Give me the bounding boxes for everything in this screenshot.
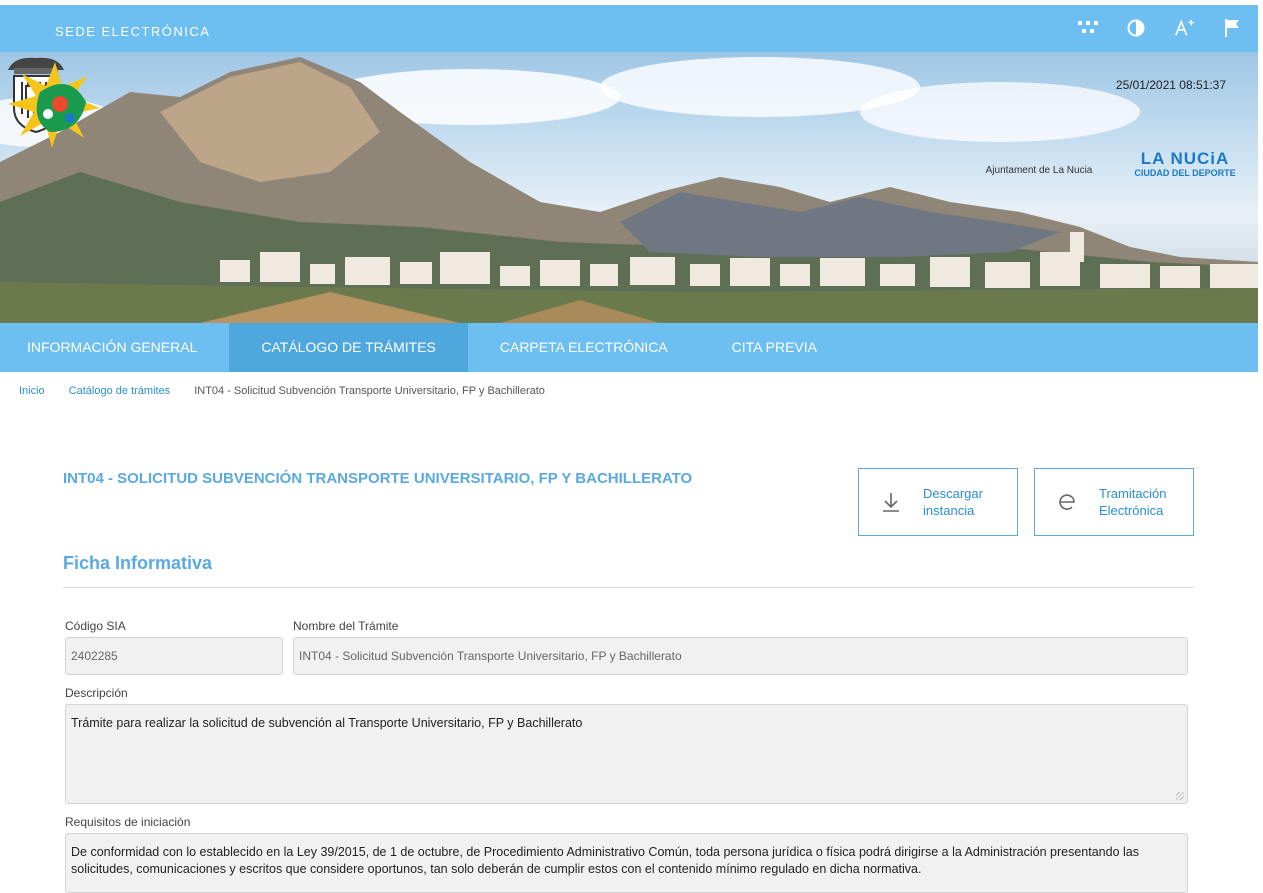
requirements-textarea[interactable]: De conformidad con lo establecido en la … <box>65 833 1188 893</box>
download-label-line2: instancia <box>923 503 975 518</box>
page-title: INT04 - SOLICITUD SUBVENCIÓN TRANSPORTE … <box>63 470 693 487</box>
download-icon <box>859 491 923 513</box>
accessibility-tools <box>1078 17 1242 39</box>
top-bar: SEDE ELECTRÓNICA <box>0 5 1258 52</box>
flag-icon[interactable] <box>1222 17 1242 39</box>
contrast-icon[interactable] <box>1126 17 1146 39</box>
logo-subtitle: CIUDAD DEL DEPORTE <box>1134 168 1236 178</box>
nav-catalogo-tramites[interactable]: CATÁLOGO DE TRÁMITES <box>229 323 468 372</box>
nav-cita-previa[interactable]: CITA PREVIA <box>700 323 849 372</box>
breadcrumb-home-link[interactable]: Inicio <box>19 385 45 397</box>
server-datetime: 25/01/2021 08:51:37 <box>1115 78 1226 92</box>
download-label-line1: Descargar <box>923 486 983 501</box>
breadcrumb: Inicio Catálogo de trámites INT04 - Soli… <box>19 385 545 397</box>
download-form-button[interactable]: Descargar instancia <box>858 468 1018 536</box>
section-divider <box>63 587 1194 588</box>
breadcrumb-current: INT04 - Solicitud Subvención Transporte … <box>194 385 545 397</box>
requirements-text: De conformidad con lo establecido en la … <box>71 845 1139 876</box>
sia-label: Código SIA <box>65 619 126 633</box>
description-label: Descripción <box>65 686 128 700</box>
procedure-name-label: Nombre del Trámite <box>293 619 399 633</box>
nav-informacion-general[interactable]: INFORMACIÓN GENERAL <box>0 323 229 372</box>
main-nav: INFORMACIÓN GENERAL CATÁLOGO DE TRÁMITES… <box>0 323 1258 372</box>
crest-label: Ajuntament de La Nucia <box>985 165 1093 176</box>
page: SEDE ELECTRÓNICA 25/01/2021 08:51:37 Aju… <box>0 0 1263 893</box>
logo-title: LA NUCiA <box>1140 149 1230 168</box>
la-nucia-logo-icon <box>8 62 100 148</box>
description-textarea[interactable]: Trámite para realizar la solicitud de su… <box>65 704 1188 804</box>
online-processing-button[interactable]: Tramitación Electrónica <box>1034 468 1194 536</box>
online-processing-label: Tramitación Electrónica <box>1099 485 1189 519</box>
sia-field[interactable]: 2402285 <box>65 637 283 675</box>
online-label-line1: Tramitación <box>1099 486 1167 501</box>
resize-handle-icon[interactable] <box>1176 792 1184 800</box>
brand-title: SEDE ELECTRÓNICA <box>55 24 211 39</box>
mountain-landscape <box>0 57 1258 323</box>
description-text: Trámite para realizar la solicitud de su… <box>71 716 583 730</box>
procedure-name-field[interactable]: INT04 - Solicitud Subvención Transporte … <box>293 637 1188 675</box>
breadcrumb-catalog-link[interactable]: Catálogo de trámites <box>69 385 171 397</box>
font-size-icon[interactable] <box>1174 17 1194 39</box>
grid-icon[interactable] <box>1078 17 1098 39</box>
hero-banner: 25/01/2021 08:51:37 Ajuntament de La Nuc… <box>0 52 1258 323</box>
download-form-label: Descargar instancia <box>923 485 1013 519</box>
nav-carpeta-electronica[interactable]: CARPETA ELECTRÓNICA <box>468 323 700 372</box>
online-label-line2: Electrónica <box>1099 503 1164 518</box>
e-icon <box>1035 491 1099 513</box>
section-title: Ficha Informativa <box>63 553 213 573</box>
requirements-label: Requisitos de iniciación <box>65 815 191 829</box>
